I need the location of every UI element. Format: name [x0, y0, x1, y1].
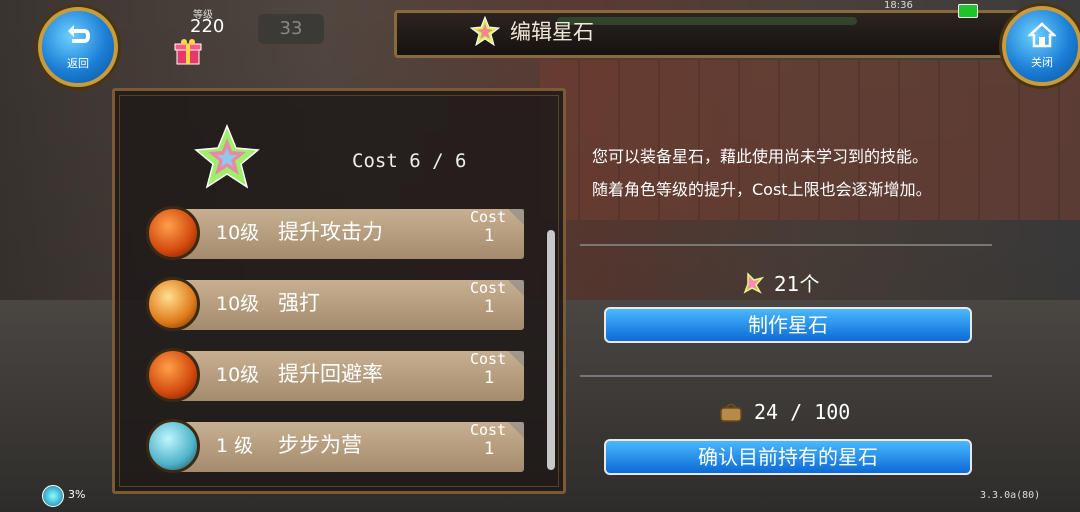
skill-name: 步步为营: [278, 433, 362, 457]
battery-icon: [958, 4, 978, 18]
strike-icon: [146, 277, 200, 331]
skill-name: 强打: [278, 291, 320, 315]
gift-icon[interactable]: [173, 36, 203, 66]
skill-name: 提升攻击力: [278, 220, 383, 244]
page-title: 编辑星石: [470, 16, 594, 46]
cost-label: Cost: [470, 208, 507, 226]
close-label: 关闭: [1031, 56, 1053, 69]
divider: [580, 375, 992, 377]
cost-value: 1: [484, 439, 495, 459]
cost-label: Cost: [470, 279, 507, 297]
version-label: 3.3.0a(80): [980, 490, 1041, 501]
back-button[interactable]: 返回: [38, 7, 118, 87]
back-arrow-icon: [68, 25, 90, 43]
star-stone-large-icon: [194, 124, 260, 189]
cost-value: 1: [484, 226, 495, 246]
skill-level: 10级: [216, 222, 260, 244]
cost-value: 1: [484, 368, 495, 388]
hp-slot: 33: [258, 14, 324, 44]
confirm-stones-button[interactable]: 确认目前持有的星石: [604, 439, 972, 475]
skill-row[interactable]: 10级 提升攻击力 Cost 1: [146, 206, 524, 260]
make-stone-button[interactable]: 制作星石: [604, 307, 972, 343]
skill-name: 提升回避率: [278, 362, 383, 386]
close-button[interactable]: 关闭: [1002, 6, 1080, 86]
skill-level: 1 级: [216, 435, 254, 457]
divider: [580, 244, 992, 246]
inventory-row: 24 / 100: [718, 400, 850, 424]
status-icon: [42, 485, 64, 507]
description: 您可以装备星石，藉此使用尚未学习到的技能。 随着角色等级的提升，Cost上限也会…: [592, 140, 932, 206]
cost-value: 1: [484, 297, 495, 317]
scrollbar[interactable]: [546, 230, 556, 470]
skill-level: 10级: [216, 293, 260, 315]
back-label: 返回: [67, 57, 89, 70]
star-stone-fragment-icon: [743, 271, 764, 294]
home-icon: [1028, 22, 1056, 48]
cost-label: Cost: [470, 421, 507, 439]
skill-level: 10级: [216, 364, 260, 386]
stone-count: 21个: [774, 272, 820, 296]
cost-summary: Cost 6 / 6: [352, 150, 467, 172]
stone-count-row: 21个: [742, 268, 819, 297]
title-text: 编辑星石: [510, 20, 594, 44]
skill-row[interactable]: 10级 提升回避率 Cost 1: [146, 348, 524, 402]
skill-row[interactable]: 1 级 步步为营 Cost 1: [146, 419, 524, 473]
inventory-count: 24 / 100: [754, 400, 851, 424]
shield-stance-icon: [146, 419, 200, 473]
hp-bar: [557, 17, 857, 25]
sword-up-icon: [146, 206, 200, 260]
boot-up-icon: [146, 348, 200, 402]
bag-icon: [720, 403, 742, 422]
star-stone-icon: [470, 16, 500, 46]
level-value: 220: [190, 16, 225, 37]
progress-percent: 3%: [68, 488, 86, 501]
description-line: 您可以装备星石，藉此使用尚未学习到的技能。: [592, 147, 929, 166]
skill-row[interactable]: 10级 强打 Cost 1: [146, 277, 524, 331]
cost-label: Cost: [470, 350, 507, 368]
description-line: 随着角色等级的提升，Cost上限也会逐渐增加。: [592, 180, 932, 199]
system-time: 18:36: [884, 0, 913, 11]
scrollbar-thumb[interactable]: [547, 230, 555, 470]
